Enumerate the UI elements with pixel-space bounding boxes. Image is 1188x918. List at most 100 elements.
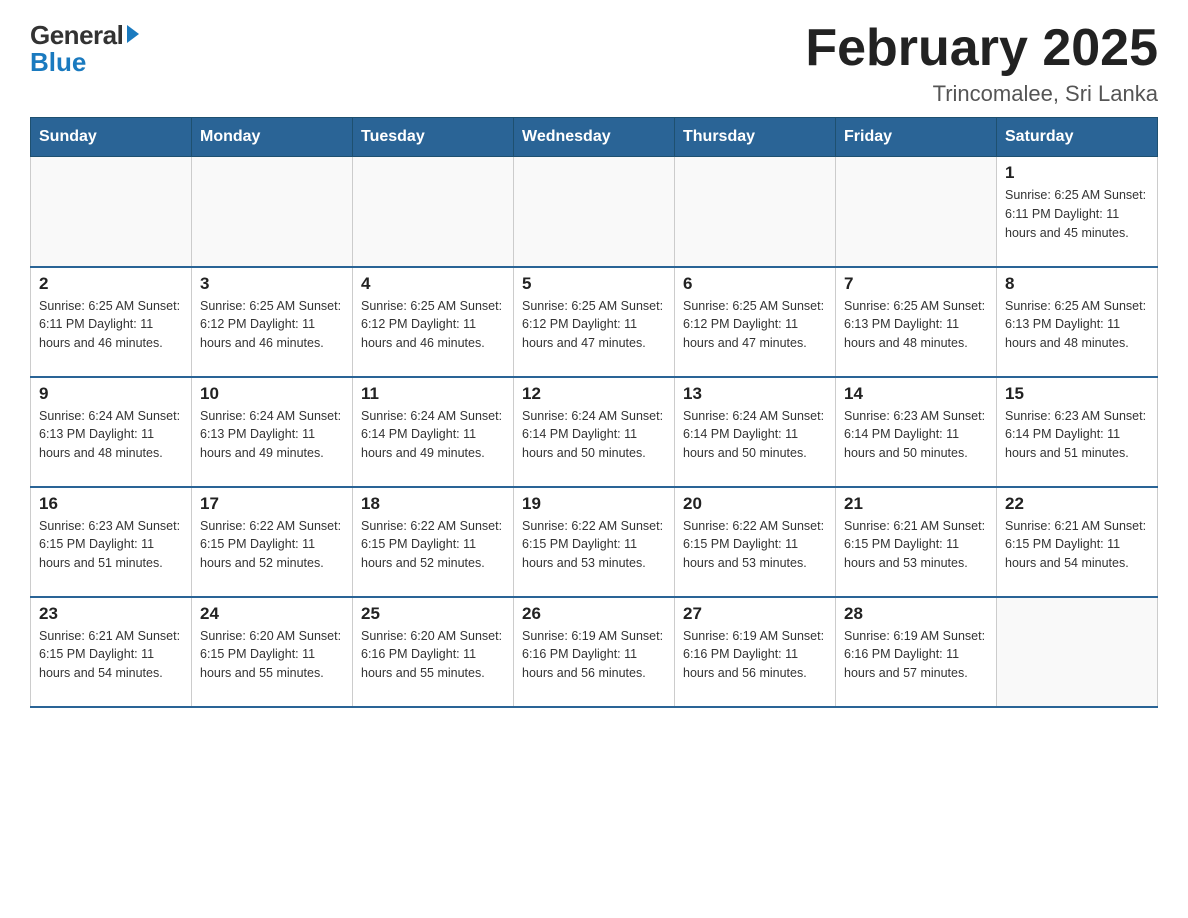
day-number: 7 bbox=[844, 274, 988, 294]
day-number: 11 bbox=[361, 384, 505, 404]
day-number: 5 bbox=[522, 274, 666, 294]
calendar-day-cell: 22 Sunrise: 6:21 AM Sunset: 6:15 PM Dayli… bbox=[997, 487, 1158, 597]
calendar-header: SundayMondayTuesdayWednesdayThursdayFrid… bbox=[31, 118, 1158, 157]
calendar-day-cell: 21 Sunrise: 6:21 AM Sunset: 6:15 PM Dayli… bbox=[836, 487, 997, 597]
calendar-day-cell: 19Sunrise: 6:22 AM Sunset: 6:15 PM Dayli… bbox=[514, 487, 675, 597]
day-number: 22 bbox=[1005, 494, 1149, 514]
day-info: Sunrise: 6:22 AM Sunset: 6:15 PM Dayligh… bbox=[200, 517, 344, 573]
day-info: Sunrise: 6:22 AM Sunset: 6:15 PM Dayligh… bbox=[361, 517, 505, 573]
calendar-day-cell: 10 Sunrise: 6:24 AM Sunset: 6:13 PM Dayli… bbox=[192, 377, 353, 487]
day-number: 28 bbox=[844, 604, 988, 624]
day-info: Sunrise: 6:25 AM Sunset: 6:13 PM Dayligh… bbox=[1005, 297, 1149, 353]
calendar-day-cell: 15 Sunrise: 6:23 AM Sunset: 6:14 PM Dayli… bbox=[997, 377, 1158, 487]
day-number: 21 bbox=[844, 494, 988, 514]
day-number: 10 bbox=[200, 384, 344, 404]
calendar-day-cell: 23 Sunrise: 6:21 AM Sunset: 6:15 PM Dayli… bbox=[31, 597, 192, 707]
title-area: February 2025 Trincomalee, Sri Lanka bbox=[805, 20, 1158, 107]
weekday-header-monday: Monday bbox=[192, 118, 353, 157]
calendar-day-cell: 18Sunrise: 6:22 AM Sunset: 6:15 PM Dayli… bbox=[353, 487, 514, 597]
calendar-day-cell: 3 Sunrise: 6:25 AM Sunset: 6:12 PM Daylig… bbox=[192, 267, 353, 377]
day-info: Sunrise: 6:19 AM Sunset: 6:16 PM Dayligh… bbox=[683, 627, 827, 683]
calendar-day-cell: 27 Sunrise: 6:19 AM Sunset: 6:16 PM Dayli… bbox=[675, 597, 836, 707]
day-number: 4 bbox=[361, 274, 505, 294]
calendar-day-cell: 24Sunrise: 6:20 AM Sunset: 6:15 PM Dayli… bbox=[192, 597, 353, 707]
calendar-day-cell: 8Sunrise: 6:25 AM Sunset: 6:13 PM Daylig… bbox=[997, 267, 1158, 377]
day-number: 25 bbox=[361, 604, 505, 624]
weekday-header-saturday: Saturday bbox=[997, 118, 1158, 157]
day-number: 23 bbox=[39, 604, 183, 624]
day-info: Sunrise: 6:23 AM Sunset: 6:14 PM Dayligh… bbox=[844, 407, 988, 463]
day-info: Sunrise: 6:19 AM Sunset: 6:16 PM Dayligh… bbox=[522, 627, 666, 683]
day-number: 24 bbox=[200, 604, 344, 624]
day-number: 20 bbox=[683, 494, 827, 514]
day-info: Sunrise: 6:22 AM Sunset: 6:15 PM Dayligh… bbox=[683, 517, 827, 573]
day-number: 17 bbox=[200, 494, 344, 514]
calendar-day-cell: 25 Sunrise: 6:20 AM Sunset: 6:16 PM Dayli… bbox=[353, 597, 514, 707]
day-number: 14 bbox=[844, 384, 988, 404]
calendar-day-cell: 11 Sunrise: 6:24 AM Sunset: 6:14 PM Dayli… bbox=[353, 377, 514, 487]
day-info: Sunrise: 6:21 AM Sunset: 6:15 PM Dayligh… bbox=[39, 627, 183, 683]
day-info: Sunrise: 6:25 AM Sunset: 6:12 PM Dayligh… bbox=[683, 297, 827, 353]
day-number: 3 bbox=[200, 274, 344, 294]
day-number: 13 bbox=[683, 384, 827, 404]
month-title: February 2025 bbox=[805, 20, 1158, 77]
calendar-day-cell: 12Sunrise: 6:24 AM Sunset: 6:14 PM Dayli… bbox=[514, 377, 675, 487]
day-info: Sunrise: 6:24 AM Sunset: 6:14 PM Dayligh… bbox=[361, 407, 505, 463]
calendar-day-cell bbox=[192, 157, 353, 267]
calendar-day-cell: 4 Sunrise: 6:25 AM Sunset: 6:12 PM Daylig… bbox=[353, 267, 514, 377]
day-info: Sunrise: 6:25 AM Sunset: 6:13 PM Dayligh… bbox=[844, 297, 988, 353]
day-info: Sunrise: 6:19 AM Sunset: 6:16 PM Dayligh… bbox=[844, 627, 988, 683]
calendar-day-cell: 26Sunrise: 6:19 AM Sunset: 6:16 PM Dayli… bbox=[514, 597, 675, 707]
day-number: 1 bbox=[1005, 163, 1149, 183]
location-subtitle: Trincomalee, Sri Lanka bbox=[805, 81, 1158, 107]
calendar-day-cell bbox=[997, 597, 1158, 707]
calendar-week-5: 23 Sunrise: 6:21 AM Sunset: 6:15 PM Dayli… bbox=[31, 597, 1158, 707]
calendar-day-cell: 2 Sunrise: 6:25 AM Sunset: 6:11 PM Daylig… bbox=[31, 267, 192, 377]
day-info: Sunrise: 6:24 AM Sunset: 6:13 PM Dayligh… bbox=[39, 407, 183, 463]
calendar-day-cell bbox=[514, 157, 675, 267]
day-info: Sunrise: 6:25 AM Sunset: 6:11 PM Dayligh… bbox=[1005, 186, 1149, 242]
logo-blue-text: Blue bbox=[30, 47, 86, 78]
calendar-day-cell: 6 Sunrise: 6:25 AM Sunset: 6:12 PM Daylig… bbox=[675, 267, 836, 377]
calendar-day-cell bbox=[31, 157, 192, 267]
calendar-day-cell: 14 Sunrise: 6:23 AM Sunset: 6:14 PM Dayli… bbox=[836, 377, 997, 487]
day-info: Sunrise: 6:23 AM Sunset: 6:15 PM Dayligh… bbox=[39, 517, 183, 573]
day-number: 6 bbox=[683, 274, 827, 294]
day-info: Sunrise: 6:25 AM Sunset: 6:11 PM Dayligh… bbox=[39, 297, 183, 353]
calendar-day-cell: 16 Sunrise: 6:23 AM Sunset: 6:15 PM Dayli… bbox=[31, 487, 192, 597]
calendar-table: SundayMondayTuesdayWednesdayThursdayFrid… bbox=[30, 117, 1158, 708]
weekday-header-thursday: Thursday bbox=[675, 118, 836, 157]
day-info: Sunrise: 6:21 AM Sunset: 6:15 PM Dayligh… bbox=[844, 517, 988, 573]
calendar-day-cell: 5 Sunrise: 6:25 AM Sunset: 6:12 PM Daylig… bbox=[514, 267, 675, 377]
day-number: 27 bbox=[683, 604, 827, 624]
weekday-header-tuesday: Tuesday bbox=[353, 118, 514, 157]
day-info: Sunrise: 6:25 AM Sunset: 6:12 PM Dayligh… bbox=[522, 297, 666, 353]
calendar-day-cell: 20 Sunrise: 6:22 AM Sunset: 6:15 PM Dayli… bbox=[675, 487, 836, 597]
header-row: SundayMondayTuesdayWednesdayThursdayFrid… bbox=[31, 118, 1158, 157]
calendar-week-2: 2 Sunrise: 6:25 AM Sunset: 6:11 PM Daylig… bbox=[31, 267, 1158, 377]
weekday-header-friday: Friday bbox=[836, 118, 997, 157]
logo-arrow-icon bbox=[127, 25, 139, 43]
logo: General Blue bbox=[30, 20, 139, 78]
page-header: General Blue February 2025 Trincomalee, … bbox=[30, 20, 1158, 107]
calendar-day-cell: 13Sunrise: 6:24 AM Sunset: 6:14 PM Dayli… bbox=[675, 377, 836, 487]
day-number: 16 bbox=[39, 494, 183, 514]
day-number: 9 bbox=[39, 384, 183, 404]
day-info: Sunrise: 6:21 AM Sunset: 6:15 PM Dayligh… bbox=[1005, 517, 1149, 573]
calendar-day-cell: 9 Sunrise: 6:24 AM Sunset: 6:13 PM Daylig… bbox=[31, 377, 192, 487]
calendar-body: 1 Sunrise: 6:25 AM Sunset: 6:11 PM Daylig… bbox=[31, 157, 1158, 707]
calendar-day-cell bbox=[836, 157, 997, 267]
day-number: 2 bbox=[39, 274, 183, 294]
day-info: Sunrise: 6:24 AM Sunset: 6:13 PM Dayligh… bbox=[200, 407, 344, 463]
calendar-week-1: 1 Sunrise: 6:25 AM Sunset: 6:11 PM Daylig… bbox=[31, 157, 1158, 267]
calendar-week-4: 16 Sunrise: 6:23 AM Sunset: 6:15 PM Dayli… bbox=[31, 487, 1158, 597]
calendar-day-cell: 1 Sunrise: 6:25 AM Sunset: 6:11 PM Daylig… bbox=[997, 157, 1158, 267]
day-info: Sunrise: 6:23 AM Sunset: 6:14 PM Dayligh… bbox=[1005, 407, 1149, 463]
day-number: 19 bbox=[522, 494, 666, 514]
day-number: 15 bbox=[1005, 384, 1149, 404]
day-info: Sunrise: 6:24 AM Sunset: 6:14 PM Dayligh… bbox=[522, 407, 666, 463]
day-info: Sunrise: 6:20 AM Sunset: 6:16 PM Dayligh… bbox=[361, 627, 505, 683]
day-info: Sunrise: 6:25 AM Sunset: 6:12 PM Dayligh… bbox=[361, 297, 505, 353]
day-info: Sunrise: 6:25 AM Sunset: 6:12 PM Dayligh… bbox=[200, 297, 344, 353]
calendar-week-3: 9 Sunrise: 6:24 AM Sunset: 6:13 PM Daylig… bbox=[31, 377, 1158, 487]
